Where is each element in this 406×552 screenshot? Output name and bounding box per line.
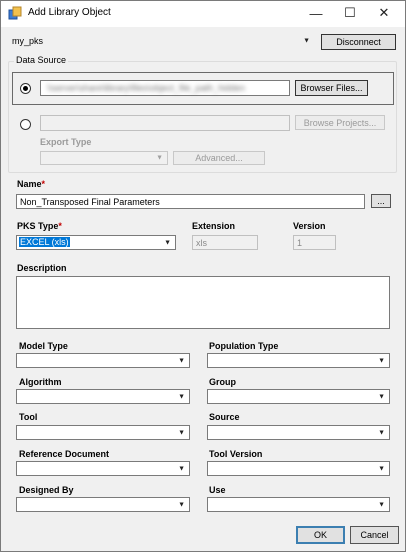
chevron-down-icon: ▼: [178, 465, 185, 472]
cancel-button[interactable]: Cancel: [350, 526, 399, 544]
name-ellipsis-button[interactable]: ...: [371, 194, 391, 208]
description-textarea[interactable]: [16, 276, 390, 329]
connection-select[interactable]: my_pks ▼: [8, 33, 315, 49]
minimize-button[interactable]: —: [298, 1, 334, 25]
designed-by-label: Designed By: [19, 485, 74, 495]
pks-type-select[interactable]: EXCEL (xls) ▼: [16, 235, 176, 250]
chevron-down-icon: ▼: [178, 357, 185, 364]
pks-type-label-text: PKS Type: [17, 221, 59, 231]
population-type-select[interactable]: ▼: [207, 353, 390, 368]
chevron-down-icon: ▼: [378, 501, 385, 508]
source-select[interactable]: ▼: [207, 425, 390, 440]
model-type-label: Model Type: [19, 341, 68, 351]
disconnect-button[interactable]: Disconnect: [321, 34, 396, 50]
tool-version-select[interactable]: ▼: [207, 461, 390, 476]
app-icon: [8, 6, 22, 20]
group-label: Group: [209, 377, 236, 387]
chevron-down-icon: ▼: [378, 357, 385, 364]
pks-type-value: EXCEL (xls): [19, 237, 70, 247]
reference-document-label: Reference Document: [19, 449, 110, 459]
use-select[interactable]: ▼: [207, 497, 390, 512]
model-type-select[interactable]: ▼: [16, 353, 190, 368]
tool-label: Tool: [19, 412, 38, 422]
extension-value: xls: [196, 238, 207, 248]
version-field: 1: [293, 235, 336, 250]
file-source-radio[interactable]: [20, 83, 31, 94]
tool-version-label: Tool Version: [209, 449, 263, 459]
window-title: Add Library Object: [28, 7, 111, 18]
chevron-down-icon: ▼: [178, 501, 185, 508]
pks-type-required-mark: *: [58, 221, 62, 231]
chevron-down-icon: ▼: [378, 393, 385, 400]
tool-select[interactable]: ▼: [16, 425, 190, 440]
description-label: Description: [17, 263, 67, 273]
pks-type-label: PKS Type*: [17, 221, 62, 231]
name-label-text: Name: [17, 179, 42, 189]
ok-button[interactable]: OK: [296, 526, 345, 544]
use-label: Use: [209, 485, 226, 495]
source-label: Source: [209, 412, 240, 422]
advanced-button[interactable]: Advanced...: [173, 151, 265, 165]
browse-projects-button[interactable]: Browse Projects...: [295, 115, 385, 130]
chevron-down-icon: ▼: [378, 429, 385, 436]
name-input-value: Non_Transposed Final Parameters: [20, 197, 160, 207]
chevron-down-icon: ▼: [378, 465, 385, 472]
export-type-select[interactable]: ▼: [40, 151, 168, 165]
chevron-down-icon: ▼: [164, 239, 171, 246]
file-path-field[interactable]: \\server\share\library\files\object_file…: [40, 80, 290, 96]
group-select[interactable]: ▼: [207, 389, 390, 404]
data-source-legend: Data Source: [14, 55, 69, 65]
algorithm-label: Algorithm: [19, 377, 62, 387]
maximize-button[interactable]: ☐: [332, 1, 368, 25]
connection-select-value: my_pks: [12, 36, 44, 46]
project-path-field[interactable]: [40, 115, 290, 131]
chevron-down-icon: ▼: [178, 393, 185, 400]
designed-by-select[interactable]: ▼: [16, 497, 190, 512]
file-path-value: \\server\share\library\files\object_file…: [47, 83, 246, 93]
chevron-down-icon: ▼: [156, 154, 163, 162]
reference-document-select[interactable]: ▼: [16, 461, 190, 476]
extension-label: Extension: [192, 221, 236, 231]
name-input[interactable]: Non_Transposed Final Parameters: [16, 194, 365, 209]
extension-field: xls: [192, 235, 258, 250]
export-type-label: Export Type: [40, 137, 92, 147]
browse-files-button[interactable]: Browser Files...: [295, 80, 368, 96]
version-value: 1: [297, 238, 303, 248]
close-button[interactable]: ✕: [366, 1, 402, 25]
chevron-down-icon: ▼: [178, 429, 185, 436]
chevron-down-icon: ▼: [303, 37, 310, 45]
population-type-label: Population Type: [209, 341, 279, 351]
name-label: Name*: [17, 179, 45, 189]
name-required-mark: *: [41, 179, 46, 189]
version-label: Version: [293, 221, 326, 231]
project-source-radio[interactable]: [20, 119, 31, 130]
algorithm-select[interactable]: ▼: [16, 389, 190, 404]
